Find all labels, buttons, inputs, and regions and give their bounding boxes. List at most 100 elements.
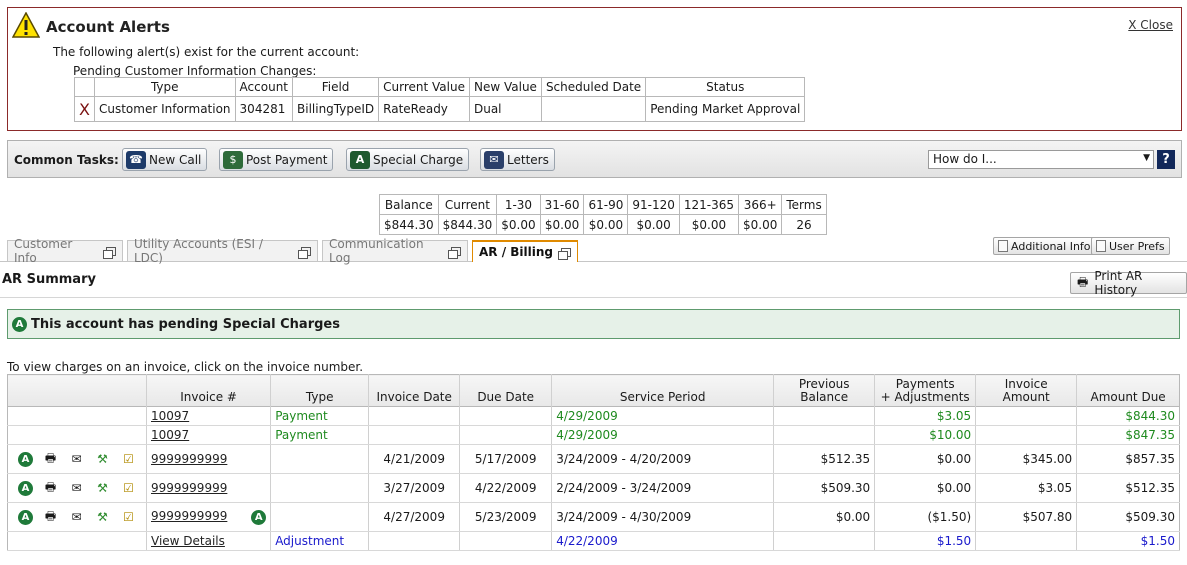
alert-col-mark <box>74 77 95 97</box>
popout-icon[interactable] <box>558 247 571 260</box>
row-amount-due: $509.30 <box>1076 502 1180 532</box>
row-previous-balance: $512.35 <box>773 444 875 474</box>
row-due-date: 4/22/2009 <box>459 473 552 503</box>
row-service-period: 2/24/2009 - 3/24/2009 <box>551 473 774 503</box>
row-previous-balance <box>773 406 875 426</box>
account-alerts-panel: Account Alerts X Close The following ale… <box>7 7 1182 131</box>
invoice-number[interactable]: 10097 <box>151 409 189 423</box>
printer-icon[interactable]: 🖶 <box>42 451 59 467</box>
invoice-number[interactable]: 9999999999 <box>151 509 227 523</box>
row-previous-balance <box>773 531 875 551</box>
broom-icon[interactable]: ⚒ <box>94 480 111 496</box>
row-previous-balance <box>773 425 875 445</box>
printer-icon[interactable]: 🖶 <box>42 509 59 525</box>
broom-icon[interactable]: ⚒ <box>94 451 111 467</box>
post-payment-button[interactable]: $ Post Payment <box>219 148 334 171</box>
tab-ar-billing[interactable]: AR / Billing <box>472 240 578 262</box>
user-prefs-label: User Prefs <box>1109 239 1165 253</box>
alert-field: BillingTypeID <box>291 96 380 122</box>
col-payments: Payments + Adjustments <box>874 374 976 407</box>
special-charge-icon[interactable]: A <box>18 480 33 496</box>
special-charge-label: Special Charge <box>373 152 464 167</box>
common-tasks-label: Common Tasks: <box>14 153 119 167</box>
print-ar-history-button[interactable]: 🖶 Print AR History <box>1070 269 1187 297</box>
alert-col-current: Current Value <box>378 77 470 97</box>
tab-customer-info[interactable]: Customer Info <box>7 237 123 265</box>
bal-value: $0.00 <box>583 214 629 235</box>
invoice-number[interactable]: 9999999999 <box>151 481 227 495</box>
warning-icon <box>12 12 40 38</box>
row-service-period: 3/24/2009 - 4/30/2009 <box>551 502 774 532</box>
col-previous-line1: Previous <box>798 377 850 391</box>
bal-col: Terms <box>781 194 827 215</box>
checklist-icon[interactable]: ☑ <box>120 509 137 525</box>
print-ar-label: Print AR History <box>1094 269 1143 297</box>
tab-label: Customer Info <box>14 237 73 265</box>
col-type: Type <box>270 374 369 407</box>
invoice-link[interactable]: 9999999999 <box>145 444 271 474</box>
letters-button[interactable]: ✉ Letters <box>480 148 555 171</box>
alert-intro-text: The following alert(s) exist for the cur… <box>53 45 360 59</box>
envelope-icon[interactable]: ✉ <box>68 451 85 467</box>
checklist-icon[interactable]: ☑ <box>120 451 137 467</box>
alert-status: Pending Market Approval <box>645 96 806 122</box>
delete-alert-icon[interactable]: X <box>74 96 95 122</box>
col-invoice-date: Invoice Date <box>368 374 460 407</box>
col-payments-line1: Payments <box>895 377 955 391</box>
special-charge-badge-icon: A <box>12 316 27 332</box>
envelope-icon[interactable]: ✉ <box>68 509 85 525</box>
printer-icon: 🖶 <box>1077 274 1089 289</box>
invoice-number[interactable]: 9999999999 <box>151 452 227 466</box>
bal-col: 61-90 <box>583 194 629 215</box>
broom-icon[interactable]: ⚒ <box>94 509 111 525</box>
bal-col: 91-120 <box>627 194 680 215</box>
additional-info-button[interactable]: Additional Info <box>993 237 1096 255</box>
envelope-icon[interactable]: ✉ <box>68 480 85 496</box>
special-charge-icon[interactable]: A <box>18 509 33 525</box>
bal-value: $0.00 <box>678 214 740 235</box>
row-due-date: 5/23/2009 <box>459 502 552 532</box>
invoice-link[interactable]: 10097 <box>145 425 271 445</box>
invoice-link[interactable]: 10097 <box>145 406 271 426</box>
special-charge-button[interactable]: A Special Charge <box>346 148 470 171</box>
tab-communication-log[interactable]: Communication Log <box>322 237 468 265</box>
invoice-link[interactable]: 9999999999 <box>145 473 271 503</box>
invoice-link[interactable]: 9999999999 A <box>145 502 271 532</box>
popout-icon[interactable] <box>103 246 116 259</box>
printer-icon[interactable]: 🖶 <box>42 480 59 496</box>
preferences-icon <box>1096 240 1106 252</box>
row-previous-balance: $509.30 <box>773 473 875 503</box>
row-type <box>270 444 369 474</box>
bal-col: 1-30 <box>496 194 541 215</box>
letters-label: Letters <box>507 152 549 167</box>
new-call-button[interactable]: ☎ New Call <box>122 148 208 171</box>
user-prefs-button[interactable]: User Prefs <box>1091 237 1170 255</box>
alert-col-account: Account <box>234 77 294 97</box>
popout-icon[interactable] <box>298 246 311 259</box>
row-type: Adjustment <box>270 531 369 551</box>
alert-col-type: Type <box>93 77 236 97</box>
col-amount-due: Amount Due <box>1076 374 1180 407</box>
row-type: Payment <box>270 425 369 445</box>
help-button[interactable]: ? <box>1157 150 1175 169</box>
col-invoice-amount-line1: Invoice <box>1004 377 1048 391</box>
special-charge-icon[interactable]: A <box>18 451 33 467</box>
checklist-icon[interactable]: ☑ <box>120 480 137 496</box>
row-due-date: 5/17/2009 <box>459 444 552 474</box>
tab-utility-accounts[interactable]: Utility Accounts (ESI / LDC) <box>127 237 318 265</box>
row-payments: $3.05 <box>874 406 976 426</box>
view-details[interactable]: View Details <box>151 534 225 548</box>
row-invoice-amount <box>975 425 1077 445</box>
alert-new-value: Dual <box>468 96 542 122</box>
col-actions <box>7 374 147 407</box>
invoice-number[interactable]: 10097 <box>151 428 189 442</box>
view-details-link[interactable]: View Details <box>145 531 271 551</box>
how-do-i-value: How do I... <box>933 152 997 166</box>
popout-icon[interactable] <box>448 246 461 259</box>
row-type: Payment <box>270 406 369 426</box>
common-tasks-toolbar: Common Tasks: ☎ New Call $ Post Payment … <box>7 140 1182 178</box>
row-invoice-amount <box>975 406 1077 426</box>
close-link[interactable]: X Close <box>1128 18 1173 32</box>
how-do-i-select[interactable]: How do I... ▼ <box>928 150 1154 169</box>
tab-label: AR / Billing <box>479 245 553 259</box>
